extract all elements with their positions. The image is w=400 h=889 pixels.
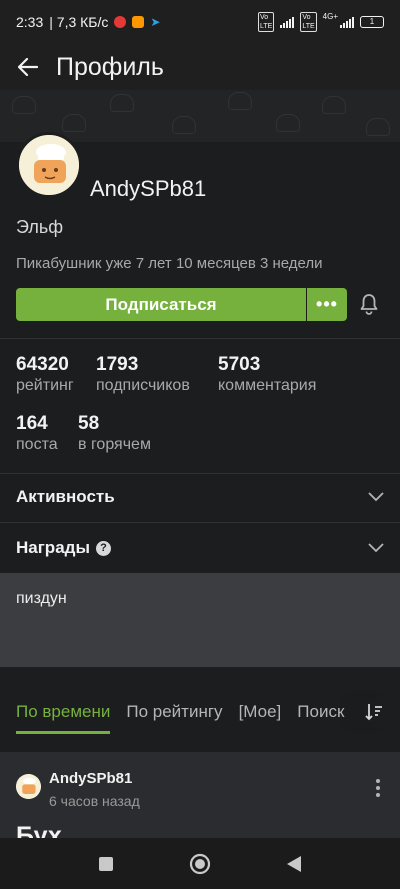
sort-tabs: По времени По рейтингу [Мое] Поиск: [0, 688, 400, 736]
bell-icon[interactable]: [359, 293, 379, 315]
tab-mine[interactable]: [Мое]: [231, 688, 290, 736]
home-icon[interactable]: [189, 853, 211, 875]
status-time: 2:33: [16, 14, 44, 30]
more-options-button[interactable]: •••: [307, 288, 347, 321]
avatar-image: [16, 774, 41, 799]
help-icon[interactable]: ?: [95, 540, 111, 556]
notification-app-icon: [114, 16, 127, 28]
signal-icon: [280, 16, 295, 28]
more-vert-icon[interactable]: [374, 779, 382, 797]
awards-label: Награды: [16, 538, 90, 557]
subscribe-button[interactable]: Подписаться: [16, 288, 306, 321]
avatar[interactable]: [16, 774, 41, 799]
profile-header: AndySPb81 Эльф Пикабушник уже 7 лет 10 м…: [0, 132, 400, 475]
filter-icon[interactable]: [364, 702, 384, 722]
page-title: Профиль: [56, 52, 164, 81]
notification-app-icon: [132, 16, 145, 28]
stat-posts[interactable]: 164 поста: [16, 413, 58, 454]
volte-icon: Vo LTE: [300, 12, 317, 32]
avatar[interactable]: [16, 132, 82, 198]
post-author[interactable]: AndySPb81: [49, 770, 132, 787]
volte-icon: Vo LTE: [258, 12, 275, 32]
chevron-down-icon: [368, 492, 384, 502]
tab-by-time[interactable]: По времени: [0, 688, 118, 736]
activity-section[interactable]: Активность: [0, 472, 400, 522]
app-bar: Профиль: [0, 44, 400, 90]
about-text: пиздун: [16, 590, 67, 607]
network-type: 4G+: [322, 12, 338, 21]
back-button[interactable]: [0, 44, 56, 90]
system-nav-bar: [0, 838, 400, 889]
battery-icon: 1: [360, 16, 384, 28]
status-speed: | 7,3 КБ/с: [49, 14, 109, 30]
divider: [0, 338, 400, 339]
arrow-left-icon: [18, 58, 38, 76]
stat-comments[interactable]: 5703 комментария: [218, 354, 316, 395]
tab-by-rating[interactable]: По рейтингу: [118, 688, 230, 736]
awards-section[interactable]: Награды ?: [0, 523, 400, 573]
post-time: 6 часов назад: [49, 793, 140, 809]
profile-about: пиздун: [0, 573, 400, 667]
chevron-down-icon: [368, 543, 384, 553]
stat-subscribers[interactable]: 1793 подписчиков: [96, 354, 190, 395]
activity-label: Активность: [16, 487, 115, 506]
signal-icon: [340, 16, 354, 28]
profile-rank: Эльф: [16, 217, 64, 237]
stat-hot[interactable]: 58 в горячем: [78, 413, 151, 454]
back-nav-icon[interactable]: [286, 855, 302, 873]
avatar-image: [19, 135, 79, 195]
tab-search[interactable]: Поиск: [289, 688, 352, 736]
recents-icon[interactable]: [98, 856, 114, 872]
profile-member-since: Пикабушник уже 7 лет 10 месяцев 3 недели: [16, 255, 323, 272]
telegram-icon: ➤: [150, 15, 161, 29]
profile-username: AndySPb81: [90, 176, 207, 201]
status-bar: 2:33 | 7,3 КБ/с ➤ Vo LTE Vo LTE 4G+ 1: [0, 0, 400, 44]
stat-rating: 64320 рейтинг: [16, 354, 74, 394]
